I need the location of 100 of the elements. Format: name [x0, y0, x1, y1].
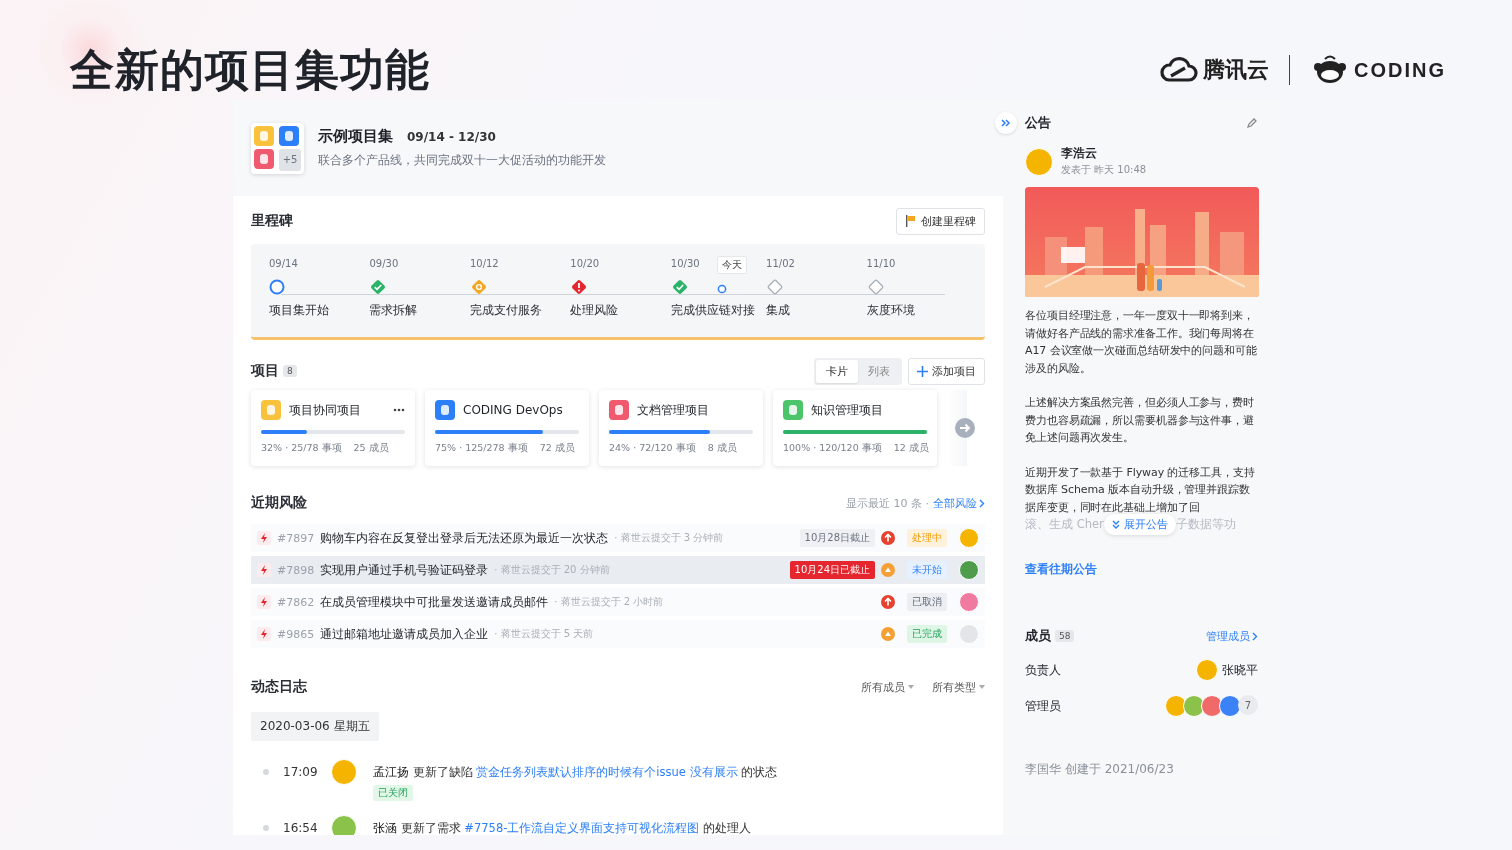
add-project-button[interactable]: 添加项目 [908, 357, 985, 385]
item-link[interactable]: #7758-工作流自定义界面支持可视化流程图 [464, 821, 700, 835]
risk-meta: · 蒋世云提交于 3 分钟前 [614, 531, 725, 545]
status-tag: 处理中 [907, 529, 947, 547]
announcement-text: 各位项目经理注意，一年一度双十一即将到来，请做好各产品线的需求准备工作。我们每周将在 A17 会议室做一次碰面总结研发中的问题和可能涉及的风险。 [1025, 308, 1258, 377]
announcement-text: 上述解决方案虽然完善，但必须人工参与，费时费力也容易疏漏，所以需要机器参与这件事，避免上述问题再次发生。 [1025, 395, 1255, 446]
date-range: 09/14 - 12/30 [407, 130, 496, 144]
project-card[interactable]: 项目协同项目 32% · 25/78 事项 25 成员 [251, 390, 415, 466]
faded-text: 子数据等功 [1175, 516, 1236, 532]
member-count: 12 成员 [893, 442, 929, 455]
risk-title: 实现用户通过手机号验证码登录 [320, 561, 489, 579]
more-count: +5 [279, 148, 301, 171]
lightning-icon [257, 563, 271, 577]
chevron-right-icon [1252, 631, 1258, 641]
cloud-logo-icon [1159, 56, 1199, 84]
risk-row[interactable]: #7897 购物车内容在反复登出登录后无法还原为最近一次状态 · 蒋世云提交于 3 分钟前 10月28日截止 处理中 [251, 524, 985, 552]
history-link[interactable]: 查看往期公告 [1025, 562, 1258, 577]
member-name: 张晓平 [1222, 661, 1258, 679]
status-tag: 未开始 [907, 561, 947, 579]
member-count: 72 成员 [539, 442, 575, 455]
risk-title: 通过邮箱地址邀请成员加入企业 [320, 625, 489, 643]
panel-title: 成员 [1025, 627, 1051, 645]
count-badge: 58 [1055, 630, 1075, 642]
risk-id: #9865 [277, 627, 315, 641]
project-set-description: 联合多个产品线，共同完成双十一大促活动的功能开发 [318, 152, 606, 169]
all-risks-link[interactable]: 全部风险 [933, 495, 985, 511]
role-label: 管理员 [1025, 697, 1061, 715]
view-toggle[interactable]: 卡片 [816, 359, 858, 383]
post-time: 发表于 昨天 10:48 [1061, 163, 1147, 177]
risk-meta: · 蒋世云提交于 5 天前 [494, 627, 595, 641]
log-text: 孟江扬 更新了缺陷 赏金任务列表默认排序的时候有个issue 没有展示 的状态 [373, 764, 779, 781]
log-time: 17:09 [282, 764, 319, 781]
risk-meta: · 蒋世云提交于 2 小时前 [554, 595, 665, 609]
author-name: 李浩云 [1061, 146, 1098, 161]
risk-summary: 显示最近 10 条 · [846, 495, 929, 511]
project-stats: 75% · 125/278 事项 [435, 442, 528, 455]
status-tag: 已完成 [907, 625, 947, 643]
filter-dropdown[interactable]: 所有成员 [861, 679, 914, 695]
milestone-label: 集成 [766, 302, 791, 319]
project-stats: 100% · 120/120 事项 [783, 442, 882, 455]
deadline-tag: 10月28日截止 [799, 529, 875, 547]
section-title: 项目 [251, 362, 279, 380]
project-name: 文档管理项目 [637, 401, 710, 419]
today-tag: 今天 [716, 256, 747, 274]
count-badge: 8 [283, 365, 297, 377]
item-link[interactable]: 赏金任务列表默认排序的时候有个issue 没有展示 [476, 765, 738, 779]
milestone-label: 灰度环境 [866, 302, 915, 319]
project-card[interactable]: 文档管理项目 24% · 72/120 事项 8 成员 [599, 390, 763, 466]
milestone-label: 项目集开始 [269, 302, 329, 319]
caret-icon [979, 685, 985, 689]
plus-icon [917, 365, 928, 377]
role-label: 负责人 [1025, 661, 1061, 679]
pencil-icon[interactable] [1246, 117, 1258, 129]
collapse-button[interactable] [995, 112, 1017, 134]
project-set-name: 示例项目集 [318, 127, 393, 145]
lightning-icon [257, 627, 271, 641]
section-title: 动态日志 [251, 678, 307, 696]
created-info: 李国华 创建于 2021/06/23 [1025, 761, 1175, 778]
status-tag: 已关闭 [373, 785, 413, 801]
today-dot-icon [716, 284, 727, 294]
log-text: 张涵 更新了需求 #7758-工作流自定义界面支持可视化流程图 的处理人 [373, 820, 753, 835]
deadline-tag: 10月24日已截止 [789, 561, 875, 579]
panel-title: 公告 [1025, 114, 1051, 132]
risk-row[interactable]: #7862 在成员管理模块中可批量发送邀请成员邮件 · 蒋世云提交于 2 小时前 已取消 [251, 588, 985, 616]
manage-members-link[interactable]: 管理成员 [1206, 628, 1258, 644]
milestone-label: 需求拆解 [369, 302, 418, 319]
project-name: 知识管理项目 [811, 401, 884, 419]
risk-id: #7897 [277, 531, 315, 545]
risk-title: 购物车内容在反复登出登录后无法还原为最近一次状态 [320, 529, 609, 547]
logo-text: CODING [1354, 58, 1446, 82]
lightning-icon [257, 531, 271, 545]
more-icon[interactable] [393, 408, 405, 412]
risk-id: #7898 [277, 563, 315, 577]
project-card[interactable]: 知识管理项目 100% · 120/120 事项 12 成员 [773, 390, 937, 466]
project-name: 项目协同项目 [289, 401, 362, 419]
risk-id: #7862 [277, 595, 315, 609]
milestone-date: 10/30 [670, 257, 700, 271]
project-card[interactable]: CODING DevOps 75% · 125/278 事项 72 成员 [425, 390, 589, 466]
milestone-date: 09/14 [269, 257, 298, 271]
lightning-icon [257, 595, 271, 609]
double-chevron-icon [1001, 119, 1011, 127]
project-name: CODING DevOps [463, 403, 564, 417]
more-count: 7 [1238, 695, 1258, 715]
risk-row[interactable]: #9865 通过邮箱地址邀请成员加入企业 · 蒋世云提交于 5 天前 已完成 [251, 620, 985, 648]
member-count: 8 成员 [707, 442, 737, 455]
filter-dropdown[interactable]: 所有类型 [932, 679, 985, 695]
circle-marker-icon [269, 279, 285, 295]
milestone-label: 处理风险 [570, 302, 619, 319]
milestone-date: 11/10 [866, 257, 896, 271]
date-label: 2020-03-06 星期五 [251, 712, 379, 741]
caret-icon [908, 685, 914, 689]
chevron-right-icon [979, 498, 985, 508]
project-stats: 24% · 72/120 事项 [609, 442, 696, 455]
create-milestone-button[interactable]: 创建里程碑 [896, 207, 985, 235]
expand-button[interactable]: 展开公告 [1103, 513, 1176, 535]
logo-text: 腾讯云 [1203, 56, 1269, 84]
milestone-label: 完成供应链对接 [670, 302, 755, 319]
member-count: 25 成员 [353, 442, 389, 455]
milestone-date: 10/12 [469, 257, 499, 271]
milestone-date: 10/20 [570, 257, 600, 271]
